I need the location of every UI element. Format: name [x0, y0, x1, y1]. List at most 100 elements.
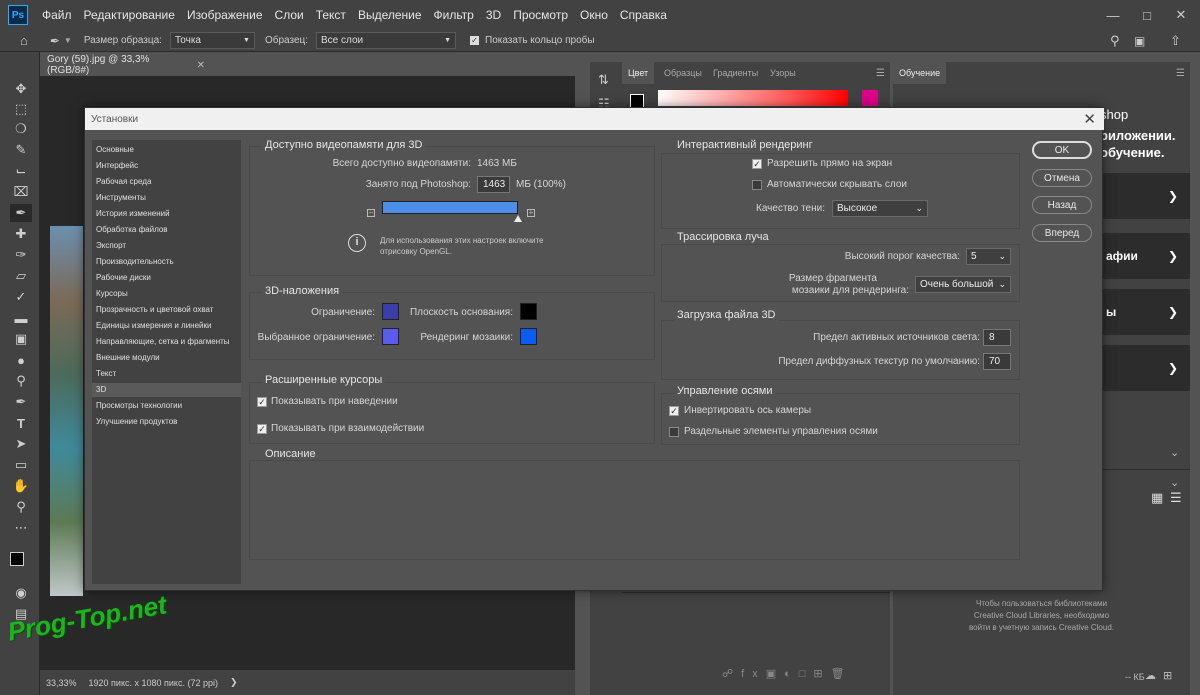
home-icon[interactable]: ⌂	[20, 33, 28, 48]
show-ring-checkbox[interactable]: ✓	[470, 36, 480, 45]
menu-file[interactable]: Файл	[36, 8, 78, 22]
history-icon[interactable]: ⇅	[598, 72, 609, 88]
quality-threshold-select[interactable]: 5 ⌄	[966, 248, 1011, 265]
chevron-down-icon[interactable]: ▼	[64, 36, 72, 45]
eraser-tool-icon[interactable]: ▬	[10, 309, 32, 327]
menu-select[interactable]: Выделение	[352, 8, 428, 22]
ok-button[interactable]: OK	[1032, 141, 1092, 159]
category-item[interactable]: Улучшение продуктов	[96, 415, 177, 429]
layers-footer-icons[interactable]: ☍fx▣◐□⊞🗑	[722, 667, 853, 680]
invert-camera-axis-checkbox[interactable]: ✓	[669, 406, 679, 416]
learn-card-2[interactable]: афии ❯	[1100, 233, 1190, 279]
chevron-down-icon[interactable]: ⌄	[1170, 476, 1179, 489]
separate-axis-checkbox[interactable]	[669, 427, 679, 437]
category-item[interactable]: Курсоры	[96, 287, 128, 301]
close-icon[interactable]: ✕	[1083, 110, 1096, 128]
menu-view[interactable]: Просмотр	[507, 8, 574, 22]
shadow-quality-select[interactable]: Высокое ⌄	[832, 200, 928, 217]
category-item[interactable]: Обработка файлов	[96, 223, 168, 237]
color-fg-swatch[interactable]	[630, 94, 644, 108]
menu-image[interactable]: Изображение	[181, 8, 269, 22]
vram-slider-track[interactable]	[382, 201, 518, 214]
foreground-color-swatch[interactable]	[10, 552, 24, 566]
forward-button[interactable]: Вперед	[1032, 224, 1092, 242]
hue-slider[interactable]	[862, 90, 878, 106]
path-select-tool-icon[interactable]: ➤	[10, 435, 32, 453]
category-item-selected[interactable]: 3D	[92, 383, 241, 397]
category-item[interactable]: Инструменты	[96, 191, 146, 205]
dialog-titlebar[interactable]: Установки ✕	[85, 108, 1104, 130]
category-item[interactable]: Экспорт	[96, 239, 126, 253]
history-brush-tool-icon[interactable]: ✓	[10, 288, 32, 306]
learn-card-1[interactable]: ❯	[1100, 173, 1190, 219]
menu-filter[interactable]: Фильтр	[428, 8, 480, 22]
document-tab[interactable]: Gory (59).jpg @ 33,3% (RGB/8#) ✕	[40, 54, 205, 76]
menu-type[interactable]: Текст	[310, 8, 352, 22]
add-icon[interactable]: ⊞	[1163, 669, 1172, 682]
more-tools-icon[interactable]: ⋯	[10, 519, 32, 537]
chevron-right-icon[interactable]: ❯	[230, 677, 238, 688]
light-limit-input[interactable]: 8	[983, 329, 1011, 346]
tile-size-select[interactable]: Очень большой ⌄	[915, 276, 1011, 293]
show-interact-checkbox[interactable]: ✓	[257, 424, 267, 434]
lasso-tool-icon[interactable]: ❍	[10, 120, 32, 138]
back-button[interactable]: Назад	[1032, 196, 1092, 214]
color-field[interactable]	[658, 90, 848, 106]
tab-swatches[interactable]: Образцы	[658, 62, 708, 84]
auto-hide-layers-checkbox[interactable]	[752, 180, 762, 190]
stamp-tool-icon[interactable]: ▱	[10, 267, 32, 285]
category-item[interactable]: Основные	[96, 143, 134, 157]
close-tab-icon[interactable]: ✕	[197, 60, 205, 71]
menu-layers[interactable]: Слои	[269, 8, 310, 22]
tab-learn[interactable]: Обучение	[893, 62, 947, 84]
menu-window[interactable]: Окно	[574, 8, 614, 22]
ground-plane-color-swatch[interactable]	[520, 303, 537, 320]
direct-to-screen-checkbox[interactable]: ✓	[752, 159, 762, 169]
tile-render-color-swatch[interactable]	[520, 328, 537, 345]
sample-select[interactable]: Все слои ▼	[316, 32, 457, 49]
category-item[interactable]: Интерфейс	[96, 159, 138, 173]
vram-used-input[interactable]: 1463	[477, 176, 510, 193]
healing-brush-tool-icon[interactable]: ✚	[10, 225, 32, 243]
hand-tool-icon[interactable]: ✋	[10, 477, 32, 495]
category-item[interactable]: Рабочая среда	[96, 175, 151, 189]
gradient-tool-icon[interactable]: ▣	[10, 330, 32, 348]
close-window-icon[interactable]: ✕	[1164, 0, 1198, 30]
category-item[interactable]: Рабочие диски	[96, 271, 151, 285]
tab-color[interactable]: Цвет	[622, 62, 655, 84]
search-icon[interactable]: ⚲	[1110, 33, 1120, 49]
tab-patterns[interactable]: Узоры	[764, 62, 802, 84]
vram-decrease-icon[interactable]: −	[367, 209, 375, 217]
category-item[interactable]: История изменений	[96, 207, 170, 221]
category-item[interactable]: Текст	[96, 367, 116, 381]
maximize-icon[interactable]: □	[1130, 0, 1164, 30]
tab-gradients[interactable]: Градиенты	[707, 62, 764, 84]
dodge-tool-icon[interactable]: ⚲	[10, 372, 32, 390]
category-item[interactable]: Единицы измерения и линейки	[96, 319, 211, 333]
minimize-icon[interactable]: —	[1096, 0, 1130, 30]
panel-menu-icon[interactable]: ☰	[1176, 68, 1185, 79]
texture-limit-input[interactable]: 70	[983, 353, 1011, 370]
zoom-level[interactable]: 33,33%	[46, 678, 77, 688]
category-item[interactable]: Направляющие, сетка и фрагменты	[96, 335, 230, 349]
category-item[interactable]: Прозрачность и цветовой охват	[96, 303, 213, 317]
panel-menu-icon[interactable]: ☰	[876, 68, 885, 79]
quick-mask-icon[interactable]: ◉	[10, 584, 32, 602]
frame-tool-icon[interactable]: ⌧	[10, 183, 32, 201]
move-tool-icon[interactable]: ✥	[10, 80, 32, 98]
workspace-icon[interactable]: ▣	[1134, 34, 1145, 48]
show-hover-checkbox[interactable]: ✓	[257, 397, 267, 407]
eyedropper-tool-icon[interactable]: ✒	[50, 34, 60, 48]
zoom-tool-icon[interactable]: ⚲	[10, 498, 32, 516]
share-icon[interactable]: ⇧	[1170, 33, 1181, 49]
rectangle-tool-icon[interactable]: ▭	[10, 456, 32, 474]
chevron-down-icon[interactable]: ⌄	[1170, 446, 1179, 459]
pen-tool-icon[interactable]: ✒	[10, 393, 32, 411]
crop-tool-icon[interactable]: ⌙	[10, 162, 32, 180]
type-tool-icon[interactable]: T	[10, 414, 32, 432]
menu-help[interactable]: Справка	[614, 8, 673, 22]
category-item[interactable]: Просмотры технологии	[96, 399, 182, 413]
vram-increase-icon[interactable]: +	[527, 209, 535, 217]
menu-edit[interactable]: Редактирование	[78, 8, 181, 22]
quick-select-tool-icon[interactable]: ✎	[10, 141, 32, 159]
